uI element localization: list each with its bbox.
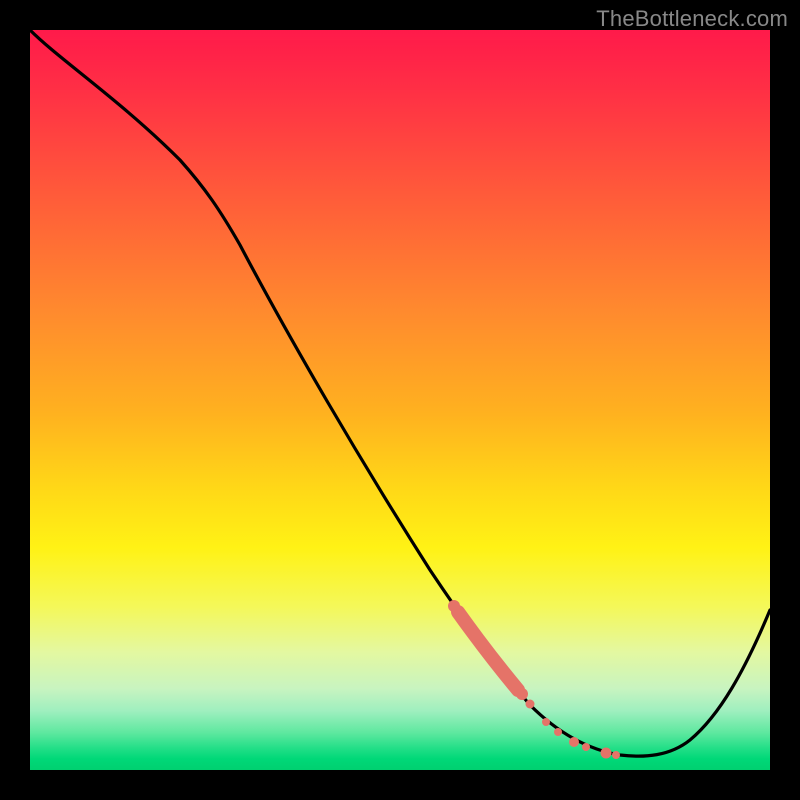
highlight-dot bbox=[526, 700, 535, 709]
highlight-dot bbox=[516, 688, 528, 700]
highlight-dot bbox=[554, 728, 562, 736]
plot-area bbox=[30, 30, 770, 770]
watermark-text: TheBottleneck.com bbox=[596, 6, 788, 32]
highlight-dot bbox=[612, 751, 620, 759]
chart-frame: TheBottleneck.com bbox=[0, 0, 800, 800]
highlight-dot bbox=[448, 600, 460, 612]
bottleneck-curve-svg bbox=[30, 30, 770, 770]
highlight-thick-segment bbox=[458, 612, 518, 690]
highlight-dot bbox=[569, 737, 579, 747]
highlight-dot bbox=[601, 748, 612, 759]
bottleneck-curve-path bbox=[30, 30, 770, 756]
highlight-dot bbox=[542, 718, 550, 726]
highlight-dot bbox=[582, 743, 590, 751]
